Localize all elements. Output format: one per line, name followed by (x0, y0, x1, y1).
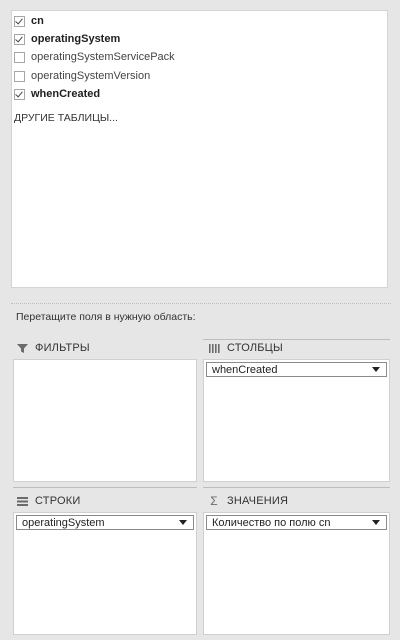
dropdown-arrow-icon[interactable] (372, 520, 380, 525)
values-area-title: ЗНАЧЕНИЯ (227, 495, 289, 507)
field-item-operatingsystemservicepack[interactable]: operatingSystemServicePack (14, 49, 175, 65)
field-label: whenCreated (31, 88, 101, 100)
field-item-operatingsystem[interactable]: operatingSystem (14, 31, 120, 47)
rows-icon (16, 495, 28, 507)
filters-drop-area[interactable] (13, 359, 197, 482)
chip-label: whenCreated (212, 363, 278, 376)
field-label: operatingSystemServicePack (31, 51, 175, 63)
field-list-panel: cn operatingSystem operatingSystemServic… (11, 10, 388, 288)
dropdown-arrow-icon[interactable] (372, 367, 380, 372)
checkbox-operatingsystem[interactable] (14, 33, 25, 45)
rows-area-header: СТРОКИ (16, 492, 80, 510)
field-item-cn[interactable]: cn (14, 13, 44, 29)
drag-hint-text: Перетащите поля в нужную область: (16, 311, 196, 323)
values-drop-area[interactable]: Количество по полю cn (203, 512, 390, 635)
columns-area-header: СТОЛБЦЫ (208, 339, 283, 357)
columns-area-title: СТОЛБЦЫ (227, 342, 283, 354)
field-item-whencreated[interactable]: whenCreated (14, 86, 100, 102)
columns-drop-area[interactable]: whenCreated (203, 359, 390, 482)
checkbox-whencreated[interactable] (14, 88, 25, 100)
field-label: operatingSystem (31, 33, 121, 45)
chip-label: operatingSystem (22, 516, 105, 529)
field-item-operatingsystemversion[interactable]: operatingSystemVersion (14, 68, 150, 84)
chip-label: Количество по полю cn (212, 516, 331, 529)
field-label: operatingSystemVersion (31, 70, 151, 82)
checkbox-operatingsystemservicepack[interactable] (14, 51, 25, 63)
section-divider (11, 303, 391, 304)
checkbox-cn[interactable] (14, 15, 25, 27)
filter-icon (16, 342, 28, 354)
dropdown-arrow-icon[interactable] (179, 520, 187, 525)
rows-drop-area[interactable]: operatingSystem (13, 512, 197, 635)
filters-area-header: ФИЛЬТРЫ (16, 339, 90, 357)
sigma-icon: Σ (210, 494, 218, 508)
checkbox-operatingsystemversion[interactable] (14, 70, 25, 82)
columns-field-chip[interactable]: whenCreated (206, 362, 387, 377)
columns-icon (208, 342, 220, 354)
rows-area-title: СТРОКИ (35, 495, 81, 507)
values-area-header: Σ ЗНАЧЕНИЯ (208, 492, 288, 510)
filters-area-title: ФИЛЬТРЫ (35, 342, 90, 354)
values-field-chip[interactable]: Количество по полю cn (206, 515, 387, 530)
rows-area-rule (13, 487, 197, 488)
rows-field-chip[interactable]: operatingSystem (16, 515, 194, 530)
values-area-rule (203, 487, 390, 488)
field-label: cn (31, 15, 44, 27)
more-tables-link[interactable]: ДРУГИЕ ТАБЛИЦЫ... (14, 112, 118, 124)
